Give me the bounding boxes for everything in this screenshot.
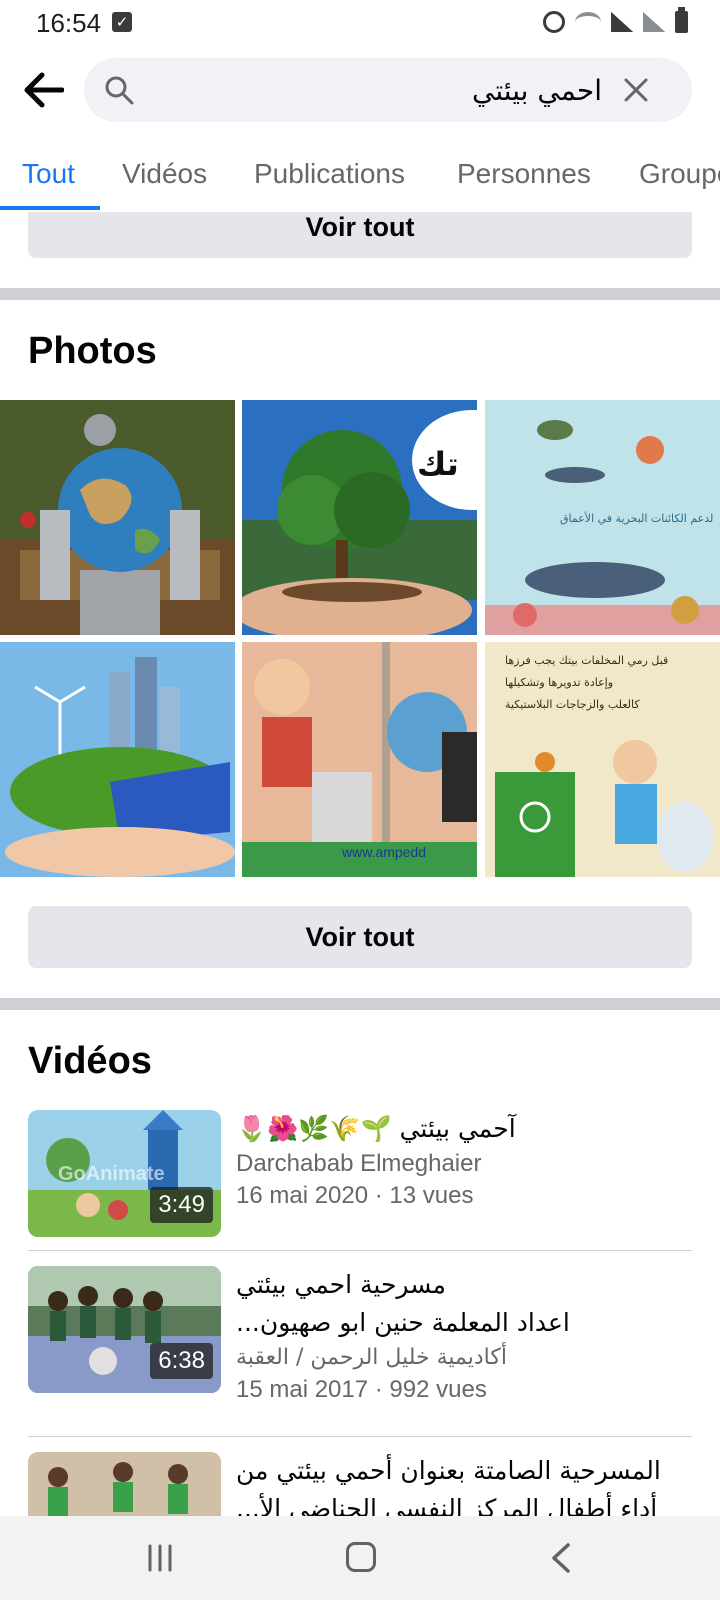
wifi-icon: [575, 12, 601, 32]
active-tab-indicator: [0, 206, 100, 210]
video-info: آحمي بيئتي 🌱🌾🌿🌺🌷 Darchabab Elmeghaier 16…: [236, 1110, 692, 1212]
video-channel: أكاديمية خليل الرحمن / العقبة: [236, 1345, 507, 1370]
video-duration: 3:49: [150, 1187, 213, 1223]
tab-videos[interactable]: Vidéos: [122, 150, 207, 212]
svg-text:www.ampedd: www.ampedd: [341, 844, 426, 860]
signal-icon: [611, 12, 633, 32]
section-divider: [0, 288, 720, 300]
close-icon[interactable]: [622, 76, 650, 104]
alarm-icon: [543, 11, 565, 33]
search-box[interactable]: [84, 58, 692, 122]
recent-apps-icon[interactable]: [146, 1544, 174, 1572]
video-duration: 6:38: [150, 1343, 213, 1379]
video-thumbnail-children: [28, 1452, 221, 1516]
svg-text:لدعم الكائنات البحرية في الأعم: لدعم الكائنات البحرية في الأعماق: [560, 511, 713, 525]
home-icon[interactable]: [346, 1542, 376, 1572]
video-result-item[interactable]: المسرحية الصامتة بعنوان أحمي بيئتي من أد…: [28, 1452, 692, 1516]
see-all-button-top[interactable]: Voir tout: [28, 212, 692, 258]
video-info: المسرحية الصامتة بعنوان أحمي بيئتي من أد…: [236, 1452, 692, 1516]
video-title-line2: اعداد المعلمة حنين ابو صهيون...: [236, 1308, 570, 1337]
battery-icon: [675, 7, 688, 33]
system-back-icon[interactable]: [548, 1542, 574, 1574]
svg-text:تك: تك: [417, 445, 459, 483]
search-icon: [105, 76, 134, 105]
video-title: المسرحية الصامتة بعنوان أحمي بيئتي من: [236, 1456, 661, 1485]
tab-groupes[interactable]: Groupes: [639, 150, 720, 212]
photo-thumbnail[interactable]: تك: [242, 400, 477, 635]
svg-text:وإعادة تدويرها وتشكيلها: وإعادة تدويرها وتشكيلها: [505, 676, 613, 689]
list-divider: [28, 1436, 692, 1437]
section-divider: [0, 998, 720, 1010]
photo-thumbnail[interactable]: قبل رمي المخلفات بيتك يجب فرزها وإعادة ت…: [485, 642, 720, 877]
see-all-photos-button[interactable]: Voir tout: [28, 906, 692, 968]
signal-secondary-icon: [643, 12, 665, 32]
tab-tout[interactable]: Tout: [22, 150, 75, 212]
video-title-line2: أداء أطفال المركز النفسي الحناضي الأ...: [236, 1494, 658, 1516]
photo-renewable-energy: [0, 642, 235, 877]
tab-publications[interactable]: Publications: [254, 150, 405, 212]
photo-tree-hands: تك: [242, 400, 477, 635]
video-title: مسرحية احمي بيئتي: [236, 1270, 446, 1299]
status-bar: 16:54 ✓: [0, 0, 720, 44]
svg-text:GoAnimate: GoAnimate: [58, 1163, 165, 1185]
svg-text:قبل رمي المخلفات بيتك يجب فرزه: قبل رمي المخلفات بيتك يجب فرزها: [505, 654, 668, 667]
svg-text:كالعلب والزجاجات البلاستيكية: كالعلب والزجاجات البلاستيكية: [505, 698, 640, 711]
photo-robot-globe: [0, 400, 235, 635]
tab-personnes[interactable]: Personnes: [457, 150, 591, 212]
status-icons: [543, 7, 688, 36]
video-info: مسرحية احمي بيئتي اعداد المعلمة حنين ابو…: [236, 1266, 692, 1406]
video-title: آحمي بيئتي 🌱🌾🌿🌺🌷: [236, 1114, 516, 1143]
list-divider: [28, 1250, 692, 1251]
photo-sea-creatures: لدعم الكائنات البحرية في الأعماق: [485, 400, 720, 635]
video-thumbnail: 6:38: [28, 1266, 221, 1393]
videos-section-title: Vidéos: [28, 1040, 152, 1082]
photos-section-title: Photos: [28, 330, 157, 372]
status-time: 16:54: [36, 8, 102, 38]
video-result-item[interactable]: 6:38 مسرحية احمي بيئتي اعداد المعلمة حني…: [28, 1266, 692, 1416]
video-date-views: 15 mai 2017 · 992 vues: [236, 1376, 487, 1403]
back-arrow-icon[interactable]: [22, 70, 64, 110]
video-channel: Darchabab Elmeghaier: [236, 1150, 482, 1177]
search-tabs: Tout Vidéos Publications Personnes Group…: [0, 150, 720, 212]
search-header: [0, 52, 720, 128]
photo-mural-recycling: www.ampedd: [242, 642, 477, 877]
system-navigation-bar: [0, 1516, 720, 1600]
search-input[interactable]: [154, 58, 602, 122]
checkbox-notification-icon: ✓: [112, 12, 132, 32]
photo-thumbnail[interactable]: لدعم الكائنات البحرية في الأعماق: [485, 400, 720, 635]
photo-thumbnail[interactable]: [0, 642, 235, 877]
video-result-item[interactable]: GoAnimate 3:49 آحمي بيئتي 🌱🌾🌿🌺🌷 Darchaba…: [28, 1110, 692, 1238]
video-thumbnail: [28, 1452, 221, 1516]
photo-recycling-bin: قبل رمي المخلفات بيتك يجب فرزها وإعادة ت…: [485, 642, 720, 877]
video-thumbnail: GoAnimate 3:49: [28, 1110, 221, 1237]
video-date-views: 16 mai 2020 · 13 vues: [236, 1182, 474, 1209]
photo-thumbnail[interactable]: www.ampedd: [242, 642, 477, 877]
photo-thumbnail[interactable]: [0, 400, 235, 635]
